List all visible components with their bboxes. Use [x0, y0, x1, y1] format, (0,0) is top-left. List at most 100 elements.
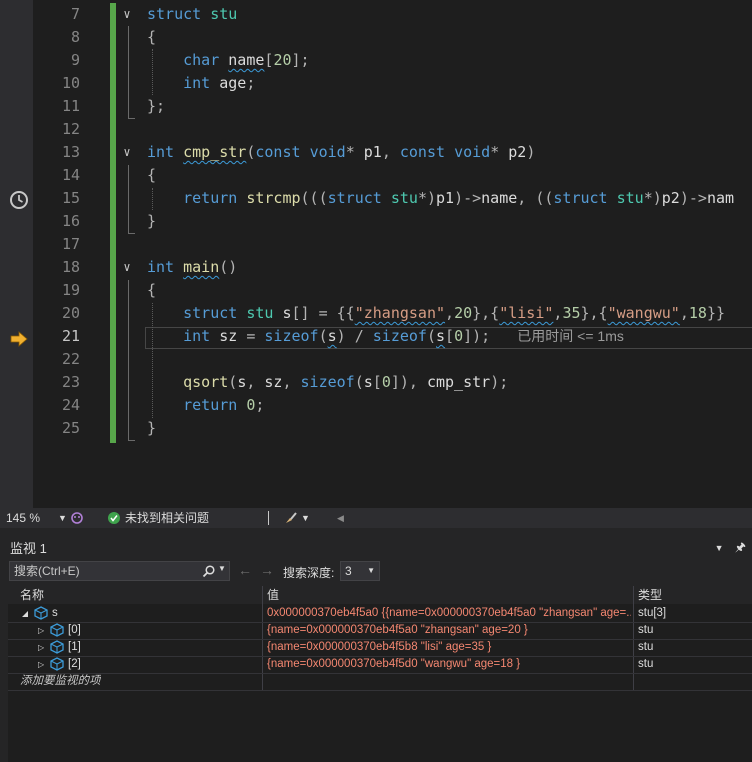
fold-chevron-icon[interactable]: ∨ — [120, 3, 134, 26]
code-text[interactable]: { — [147, 164, 156, 187]
separator — [268, 511, 269, 525]
code-line[interactable]: 20 struct stu s[] = {{"zhangsan",20},{"l… — [0, 302, 752, 325]
code-line[interactable]: 12 — [0, 118, 752, 141]
line-number: 20 — [61, 304, 80, 322]
code-token: ; — [255, 396, 265, 414]
watch-value[interactable]: {name=0x000000370eb4f5a0 "zhangsan" age=… — [267, 622, 631, 639]
line-number: 15 — [61, 189, 80, 207]
code-text[interactable]: int cmp_str(const void* p1, const void* … — [147, 141, 535, 164]
editor-status-bar: 145 % ▼ 未找到相关问题 ▼ ◀ — [0, 508, 752, 528]
code-line[interactable]: 8{ — [0, 26, 752, 49]
scroll-left-icon[interactable]: ◀ — [337, 508, 347, 528]
issues-text: 未找到相关问题 — [125, 511, 210, 525]
expand-triangle-icon[interactable]: ▷ — [38, 622, 44, 639]
column-header-name[interactable]: 名称 — [8, 586, 262, 604]
watch-value[interactable]: {name=0x000000370eb4f5b8 "lisi" age=35 } — [267, 639, 631, 656]
back-arrow-icon[interactable]: ← — [238, 562, 252, 578]
cleanup-button[interactable]: ▼ — [284, 508, 310, 528]
fold-chevron-icon[interactable]: ∨ — [120, 141, 134, 164]
watch-type: stu — [638, 641, 654, 653]
code-text[interactable]: int main() — [147, 256, 237, 279]
code-token: ( — [354, 373, 364, 391]
pin-icon[interactable]: 🖈 — [735, 540, 746, 554]
code-line[interactable]: 11}; — [0, 95, 752, 118]
code-line[interactable]: 13 ∨ int cmp_str(const void* p1, const voi… — [0, 141, 752, 164]
code-line[interactable]: 21 int sz = sizeof(s) / sizeof(s[0]); 已用… — [0, 325, 752, 348]
code-text[interactable]: struct stu — [147, 3, 237, 26]
code-text[interactable]: struct stu s[] = {{"zhangsan",20},{"lisi… — [147, 302, 725, 325]
column-header-value[interactable]: 值 — [263, 586, 633, 604]
code-text[interactable]: } — [147, 210, 156, 233]
code-line[interactable]: 19 { — [0, 279, 752, 302]
watch-row[interactable]: ◢ s 0x000000370eb4f5a0 {{name=0x000000370e… — [8, 605, 752, 623]
code-text[interactable]: char name[20]; — [147, 49, 309, 72]
code-token: s — [273, 304, 292, 322]
code-token: 0 — [454, 327, 464, 345]
column-header-type[interactable]: 类型 — [634, 586, 752, 604]
forward-arrow-icon[interactable]: → — [260, 562, 274, 578]
code-token: s — [436, 327, 446, 345]
code-text[interactable]: int age; — [147, 72, 255, 95]
watch-row[interactable]: ▷ [1] {name=0x000000370eb4f5b8 "lisi" age=… — [8, 639, 752, 657]
panel-controls: ▼ 🖈 — [715, 538, 746, 559]
zoom-selector[interactable]: 145 % ▼ — [6, 508, 67, 528]
watch-search-input[interactable] — [14, 563, 194, 579]
watch-search-box[interactable]: ▼ — [9, 561, 230, 581]
code-text[interactable]: { — [147, 26, 156, 49]
collapse-triangle-icon[interactable]: ◢ — [22, 605, 28, 622]
watch-panel-title: 监视 1 — [10, 541, 47, 556]
fold-chevron-icon[interactable]: ∨ — [120, 256, 134, 279]
code-token: "zhangsan" — [354, 304, 446, 322]
expand-triangle-icon[interactable]: ▷ — [38, 656, 44, 673]
code-line[interactable]: 23 qsort(s, sz, sizeof(s[0]), cmp_str); — [0, 371, 752, 394]
code-token: stu — [246, 304, 274, 322]
add-watch-item[interactable]: 添加要监视的项 — [8, 673, 752, 691]
line-number: 9 — [70, 51, 80, 69]
code-text[interactable]: return strcmp(((struct stu*)p1)->name, (… — [147, 187, 734, 210]
copilot-icon[interactable] — [70, 511, 84, 525]
code-text[interactable]: qsort(s, sz, sizeof(s[0]), cmp_str); — [147, 371, 508, 394]
code-text[interactable]: return 0; — [147, 394, 264, 417]
code-token: *) — [643, 189, 662, 207]
code-text[interactable]: int sz = sizeof(s) / sizeof(s[0]); 已用时间 … — [147, 325, 624, 348]
code-line[interactable]: 15 return strcmp(((struct stu*)p1)->name… — [0, 187, 752, 210]
code-line[interactable]: 24 return 0; — [0, 394, 752, 417]
code-token: , — [246, 373, 265, 391]
search-depth-select[interactable]: 3 ▼ — [340, 561, 380, 581]
search-options-chevron-icon[interactable]: ▼ — [218, 564, 226, 573]
code-line[interactable]: 18 ∨ int main() — [0, 256, 752, 279]
code-editor[interactable]: 7 ∨ struct stu 8{9 char name[20]; 10 int age… — [0, 0, 752, 508]
code-token: "lisi" — [499, 304, 554, 322]
fold-bracket — [128, 165, 135, 234]
code-line[interactable]: 16} — [0, 210, 752, 233]
code-line[interactable]: 17 — [0, 233, 752, 256]
code-line[interactable]: 10 int age; — [0, 72, 752, 95]
code-line[interactable]: 22 — [0, 348, 752, 371]
code-token: , — [679, 304, 689, 322]
watch-value[interactable]: {name=0x000000370eb4f5d0 "wangwu" age=18… — [267, 656, 631, 673]
search-icon[interactable] — [202, 565, 215, 578]
code-line[interactable]: 7 ∨ struct stu — [0, 3, 752, 26]
code-token: s — [327, 327, 337, 345]
code-text[interactable]: } — [147, 417, 156, 440]
elapsed-time-hint: 已用时间 <= 1ms — [517, 328, 624, 344]
watch-row[interactable]: ▷ [0] {name=0x000000370eb4f5a0 "zhangsan" … — [8, 622, 752, 640]
code-line[interactable]: 14 { — [0, 164, 752, 187]
watch-grid[interactable]: 名称 值 类型 ◢ s 0x000000370eb4f5a0 {{name=0x00… — [8, 586, 752, 762]
code-token: ((( — [300, 189, 328, 207]
panel-menu-chevron-icon[interactable]: ▼ — [715, 543, 724, 553]
code-line[interactable]: 25} — [0, 417, 752, 440]
code-token: )-> — [454, 189, 482, 207]
expand-triangle-icon[interactable]: ▷ — [38, 639, 44, 656]
code-line[interactable]: 9 char name[20]; — [0, 49, 752, 72]
issues-indicator[interactable]: 未找到相关问题 — [108, 508, 238, 528]
watch-row[interactable]: ▷ [2] {name=0x000000370eb4f5d0 "wangwu" ag… — [8, 656, 752, 674]
code-text[interactable]: { — [147, 279, 156, 302]
code-token: 0 — [381, 373, 391, 391]
code-text[interactable]: }; — [147, 95, 165, 118]
watch-value[interactable]: 0x000000370eb4f5a0 {{name=0x000000370eb4… — [267, 605, 631, 622]
line-number: 13 — [61, 143, 80, 161]
code-token: 20 — [273, 51, 292, 69]
